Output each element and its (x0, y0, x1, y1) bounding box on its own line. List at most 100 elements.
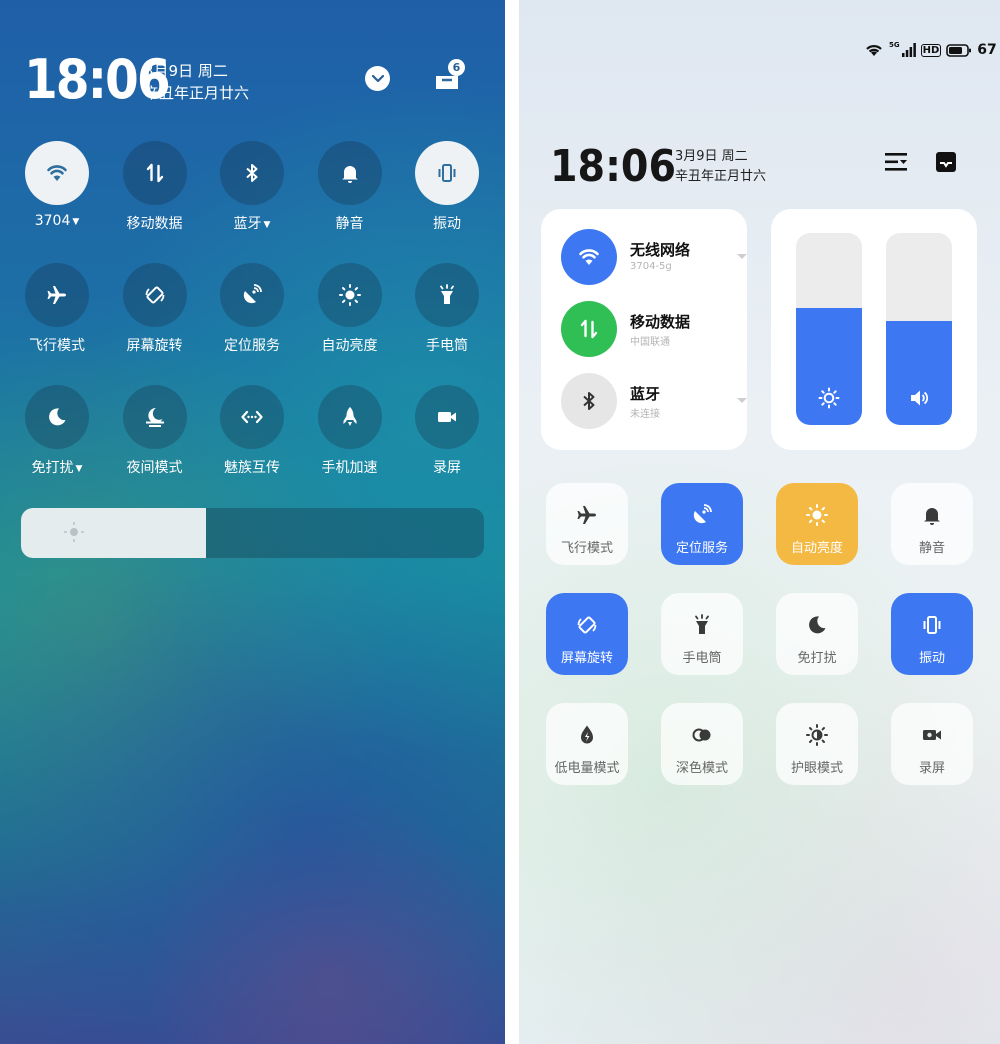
tile-toggle[interactable] (122, 385, 187, 449)
tile-toggle[interactable] (220, 141, 284, 205)
tile-toggle[interactable] (122, 263, 187, 327)
edit-tiles-button[interactable] (884, 151, 908, 177)
network-subtitle: 3704-5g (630, 261, 672, 272)
network-toggle[interactable] (561, 301, 617, 357)
quick-tile-mobile-data[interactable]: 移动数据 (106, 141, 204, 233)
tile-label: 飞行模式 (560, 541, 613, 556)
speaker-icon (886, 387, 952, 409)
quick-tile-screen-rotate[interactable]: 屏幕旋转 (106, 263, 204, 355)
tile-toggle[interactable] (122, 141, 187, 205)
dark-mode-icon (692, 728, 711, 742)
tile-toggle[interactable] (25, 385, 89, 449)
caret-down-icon[interactable] (737, 398, 747, 403)
expand-button[interactable] (365, 66, 390, 91)
tile-label: 蓝牙 ▼ (233, 216, 271, 232)
tile-toggle[interactable] (415, 141, 479, 205)
flashlight-icon (440, 284, 454, 304)
hd-voice-label: HD (920, 43, 942, 57)
quick-tile-vibrate[interactable]: 振动 (398, 141, 496, 233)
brightness-slider[interactable] (796, 233, 862, 425)
quick-tile-moon[interactable]: 免打扰 (776, 593, 858, 675)
brightness-slider-fill (21, 508, 207, 558)
tile-icon (661, 721, 743, 749)
tile-icon (891, 501, 973, 529)
quick-tile-brightness[interactable]: 自动亮度 (301, 263, 399, 355)
network-title: 蓝牙 (630, 385, 661, 403)
tile-toggle[interactable] (25, 263, 89, 327)
tile-label: 深色模式 (675, 761, 728, 776)
lunar-date-text: 辛丑年正月廿六 (144, 84, 250, 102)
quick-tile-wifi[interactable]: 3704 ▼ (8, 141, 106, 229)
quick-tile-moon[interactable]: 免打扰 ▼ (8, 385, 106, 477)
notification-count-badge: 6 (448, 59, 465, 76)
tile-toggle[interactable] (25, 141, 89, 205)
quick-tile-location[interactable]: 定位服务 (203, 263, 301, 355)
quick-tile-airplane[interactable]: 飞行模式 (8, 263, 106, 355)
network-title: 无线网络 (630, 241, 691, 259)
transfer-icon (241, 410, 263, 424)
quick-tile-bell[interactable]: 静音 (891, 483, 973, 565)
date-block: 3月9日 周二 辛丑年正月廿六 (144, 60, 249, 104)
network-subtitle: 未连接 (630, 409, 660, 420)
brightness-icon (806, 504, 828, 526)
tile-icon (546, 501, 628, 529)
network-toggle[interactable] (561, 373, 617, 429)
tile-label: 手电筒 (426, 338, 468, 354)
tile-label: 护眼模式 (790, 761, 843, 776)
quick-tile-transfer[interactable]: 魅族互传 (203, 385, 301, 477)
wifi-icon (579, 249, 599, 265)
tile-toggle[interactable] (415, 385, 479, 449)
tile-toggle[interactable] (220, 385, 284, 449)
quick-tile-bell[interactable]: 静音 (301, 141, 399, 233)
tile-toggle[interactable] (317, 141, 382, 205)
tile-toggle[interactable] (317, 385, 382, 449)
airplane-icon (47, 286, 66, 304)
tile-icon (891, 721, 973, 749)
quick-tile-eye-care[interactable]: 护眼模式 (776, 703, 858, 785)
tile-label: 免打扰 ▼ (31, 460, 83, 476)
tile-icon (776, 721, 858, 749)
quick-tile-screen-rotate[interactable]: 屏幕旋转 (546, 593, 628, 675)
quick-tile-dark-mode[interactable]: 深色模式 (661, 703, 743, 785)
network-row-bluetooth[interactable]: 蓝牙 未连接 (561, 373, 747, 429)
airplane-icon (577, 506, 596, 524)
tile-toggle[interactable] (317, 263, 382, 327)
mobile-data-icon (580, 319, 598, 339)
notification-inbox-button[interactable] (935, 151, 957, 177)
inbox-icon (936, 152, 956, 172)
bluetooth-icon (246, 164, 258, 182)
volume-slider[interactable] (886, 233, 952, 425)
quick-tile-flashlight[interactable]: 手电筒 (661, 593, 743, 675)
tile-toggle[interactable] (415, 263, 479, 327)
rocket-icon (343, 407, 356, 426)
quick-tile-flashlight[interactable]: 手电筒 (398, 263, 496, 355)
moon-icon (49, 408, 66, 426)
tile-icon (661, 501, 743, 529)
quick-tile-battery-saver[interactable]: 低电量模式 (546, 703, 628, 785)
brightness-slider[interactable] (21, 508, 484, 558)
network-toggle[interactable] (561, 229, 617, 285)
status-bar: 5G HD 67 (864, 40, 997, 60)
quick-tile-vibrate[interactable]: 振动 (891, 593, 973, 675)
caret-down-icon[interactable] (737, 254, 747, 259)
mobile-data-icon (146, 163, 163, 183)
lunar-date-text: 辛丑年正月廿六 (675, 169, 767, 184)
quick-tile-record-screen[interactable]: 录屏 (891, 703, 973, 785)
quick-tile-night-mode[interactable]: 夜间模式 (106, 385, 204, 477)
quick-tile-bluetooth[interactable]: 蓝牙 ▼ (203, 141, 301, 233)
quick-tile-location[interactable]: 定位服务 (661, 483, 743, 565)
quick-tile-record-screen[interactable]: 录屏 (398, 385, 496, 477)
quick-tile-brightness[interactable]: 自动亮度 (776, 483, 858, 565)
volume-slider-fill (886, 321, 952, 425)
wifi-status-icon (866, 45, 882, 56)
caret-down-icon[interactable]: ▼ (76, 464, 83, 474)
network-row-wifi[interactable]: 无线网络 3704-5g (561, 229, 747, 285)
network-row-mobile-data[interactable]: 移动数据 中国联通 (561, 301, 747, 357)
quick-tile-rocket[interactable]: 手机加速 (301, 385, 399, 477)
caret-down-icon[interactable]: ▼ (264, 220, 271, 230)
caret-down-icon[interactable]: ▼ (72, 217, 79, 227)
tile-toggle[interactable] (220, 263, 284, 327)
tile-label: 自动亮度 (790, 541, 843, 556)
quick-tile-airplane[interactable]: 飞行模式 (546, 483, 628, 565)
screen-rotate-icon (577, 616, 597, 634)
